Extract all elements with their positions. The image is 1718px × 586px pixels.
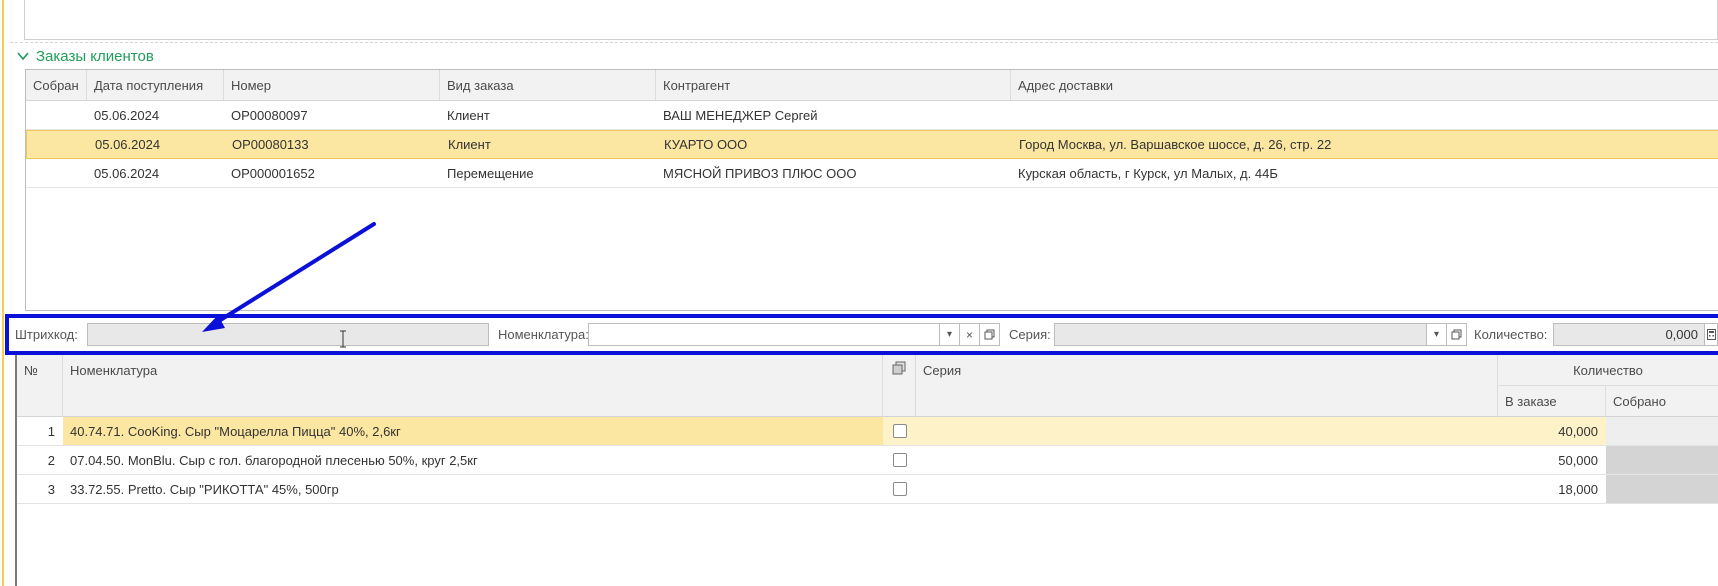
- cell-date: 05.06.2024: [95, 137, 161, 152]
- cell-num: 1: [47, 423, 55, 439]
- cell-nomenclature: 07.04.50. MonBlu. Сыр с гол. благородной…: [70, 452, 478, 468]
- cell-number: ОР00080133: [232, 137, 309, 152]
- table-row-selected[interactable]: 05.06.2024 ОР00080133 Клиент КУАРТО ООО …: [26, 130, 1718, 159]
- col-header-series[interactable]: Серия: [916, 355, 1498, 417]
- table-row-selected[interactable]: 1 40.74.71. CooKing. Сыр "Моцарелла Пицц…: [17, 417, 1718, 446]
- window-edge-accent: [2, 0, 4, 586]
- cell-address: [1011, 101, 1718, 129]
- chevron-down-icon[interactable]: ▾: [1427, 323, 1447, 346]
- cell-date: 05.06.2024: [94, 107, 160, 123]
- cell-collected[interactable]: [1606, 446, 1718, 474]
- table-row[interactable]: 2 07.04.50. MonBlu. Сыр с гол. благородн…: [17, 446, 1718, 475]
- top-panel: [24, 0, 1718, 40]
- items-table[interactable]: № Номенклатура Серия Количество В заказе…: [17, 355, 1718, 586]
- checkbox[interactable]: [892, 482, 907, 496]
- cell-nomenclature: 40.74.71. CooKing. Сыр "Моцарелла Пицца"…: [63, 417, 883, 445]
- cell-address: Курская область, г Курск, ул Малых, д. 4…: [1018, 165, 1278, 181]
- barcode-input[interactable]: [87, 323, 489, 346]
- col-header-sobran[interactable]: Собран: [26, 70, 87, 100]
- quantity-input[interactable]: 0,000: [1553, 323, 1705, 346]
- series-label: Серия:: [1009, 327, 1051, 342]
- cell-in-order: 40,000: [1498, 417, 1606, 445]
- cell-num: 3: [47, 481, 55, 497]
- barcode-label: Штрихкод:: [15, 327, 78, 342]
- cell-in-order: 50,000: [1558, 452, 1598, 468]
- group-title: Заказы клиентов: [36, 47, 154, 65]
- cell-order-type: Перемещение: [447, 165, 534, 181]
- col-header-number[interactable]: Номер: [224, 70, 440, 100]
- series-input[interactable]: [1054, 323, 1427, 346]
- open-icon[interactable]: [980, 323, 1000, 346]
- cell-contractor: ВАШ МЕНЕДЖЕР Сергей: [663, 107, 818, 123]
- checkbox[interactable]: [892, 453, 907, 467]
- nomenclature-input[interactable]: [588, 323, 940, 346]
- cell-collected[interactable]: [1606, 417, 1718, 445]
- cell-order-type: Клиент: [448, 137, 491, 152]
- table-row[interactable]: 05.06.2024 ОР00080097 Клиент ВАШ МЕНЕДЖЕ…: [26, 101, 1718, 130]
- items-table-header: № Номенклатура Серия Количество В заказе…: [17, 355, 1718, 417]
- cell-sobran: [27, 131, 88, 158]
- table-row[interactable]: 3 33.72.55. Pretto. Сыр "РИКОТТА" 45%, 5…: [17, 475, 1718, 504]
- col-header-contractor[interactable]: Контрагент: [656, 70, 1011, 100]
- table-row[interactable]: 05.06.2024 ОР000001652 Перемещение МЯСНО…: [26, 159, 1718, 188]
- open-icon[interactable]: [1447, 323, 1467, 346]
- cell-order-type: Клиент: [447, 107, 490, 123]
- calculator-icon[interactable]: [1705, 323, 1718, 346]
- col-header-address[interactable]: Адрес доставки: [1011, 70, 1718, 100]
- cell-in-order: 18,000: [1558, 481, 1598, 497]
- chevron-down-icon[interactable]: [16, 49, 30, 63]
- cell-contractor: МЯСНОЙ ПРИВОЗ ПЛЮС ООО: [663, 165, 857, 181]
- col-header-in-order[interactable]: В заказе: [1498, 386, 1606, 417]
- cell-nomenclature: 33.72.55. Pretto. Сыр "РИКОТТА" 45%, 500…: [70, 481, 339, 497]
- cell-address: Город Москва, ул. Варшавское шоссе, д. 2…: [1019, 137, 1332, 152]
- col-header-quantity[interactable]: Количество: [1498, 355, 1718, 386]
- group-orders-header[interactable]: Заказы клиентов: [16, 46, 154, 66]
- nomenclature-label: Номенклатура:: [498, 327, 589, 342]
- cell-collected[interactable]: [1606, 475, 1718, 503]
- chevron-down-icon[interactable]: ▾: [940, 323, 960, 346]
- row-checkbox[interactable]: [883, 475, 916, 503]
- col-header-num[interactable]: №: [17, 355, 63, 417]
- filter-bar: Штрихкод: Номенклатура: ▾ × Серия: ▾ Кол…: [5, 314, 1718, 355]
- orders-table[interactable]: Собран Дата поступления Номер Вид заказа…: [25, 69, 1718, 311]
- checkbox[interactable]: [892, 424, 907, 438]
- cell-date: 05.06.2024: [94, 165, 160, 181]
- col-header-nomenclature[interactable]: Номенклатура: [63, 355, 883, 417]
- cell-number: ОР00080097: [231, 107, 308, 123]
- orders-table-header: Собран Дата поступления Номер Вид заказа…: [26, 70, 1718, 101]
- section-separator: [10, 42, 1718, 43]
- cell-num: 2: [47, 452, 55, 468]
- row-checkbox[interactable]: [883, 417, 916, 445]
- quantity-label: Количество:: [1474, 327, 1548, 342]
- cell-number: ОР000001652: [231, 165, 315, 181]
- text-cursor-icon: [340, 330, 346, 348]
- cell-series: [916, 417, 1498, 445]
- col-header-order-type[interactable]: Вид заказа: [440, 70, 656, 100]
- copy-icon[interactable]: [883, 355, 916, 417]
- cell-sobran: [26, 101, 87, 129]
- cell-series: [916, 446, 1498, 474]
- cell-series: [916, 475, 1498, 503]
- clear-icon[interactable]: ×: [960, 323, 980, 346]
- cell-sobran: [26, 159, 87, 187]
- col-header-collected[interactable]: Собрано: [1606, 386, 1718, 417]
- cell-contractor: КУАРТО ООО: [664, 137, 748, 152]
- row-checkbox[interactable]: [883, 446, 916, 474]
- col-header-date[interactable]: Дата поступления: [87, 70, 224, 100]
